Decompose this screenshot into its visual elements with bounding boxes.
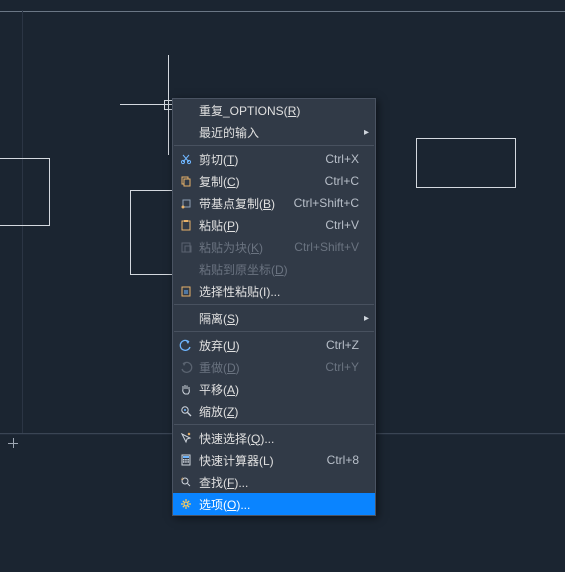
menu-copy-with-base[interactable]: 带基点复制(B) Ctrl+Shift+C [173,192,375,214]
menu-paste-original-coords: 粘贴到原坐标(D) [173,258,375,280]
scissors-icon [173,152,199,166]
drawing-rect [0,158,50,226]
context-menu: 重复_OPTIONS(R) 最近的输入 ▸ 剪切(T) Ctrl+X 复制(C)… [172,98,376,516]
gear-icon [173,497,199,511]
menu-redo: 重做(D) Ctrl+Y [173,356,375,378]
menu-paste-as-block: 粘贴为块(K) Ctrl+Shift+V [173,236,375,258]
quick-select-icon [173,431,199,445]
submenu-arrow-icon: ▸ [359,127,369,138]
pan-icon [173,382,199,396]
undo-icon [173,338,199,352]
menu-zoom[interactable]: 缩放(Z) [173,400,375,422]
drawing-rect [416,138,516,188]
redo-icon [173,360,199,374]
menu-isolate[interactable]: 隔离(S) ▸ [173,307,375,329]
svg-text:A: A [181,476,184,481]
menu-repeat[interactable]: 重复_OPTIONS(R) [173,99,375,121]
shortcut: Ctrl+Y [317,360,359,374]
shortcut: Ctrl+Z [318,338,359,352]
shortcut: Ctrl+Shift+C [286,196,359,210]
shortcut: Ctrl+8 [319,453,359,467]
menu-cut[interactable]: 剪切(T) Ctrl+X [173,148,375,170]
shortcut: Ctrl+X [317,152,359,166]
submenu-arrow-icon: ▸ [359,313,369,324]
menu-quick-select[interactable]: 快速选择(Q)... [173,427,375,449]
menu-separator [174,331,374,332]
menu-paste[interactable]: 粘贴(P) Ctrl+V [173,214,375,236]
menu-separator [174,304,374,305]
menu-separator [174,424,374,425]
copy-icon [173,174,199,188]
menu-separator [174,145,374,146]
shortcut: Ctrl+Shift+V [286,240,359,254]
menu-find[interactable]: A 查找(F)... [173,471,375,493]
menu-recent-input[interactable]: 最近的输入 ▸ [173,121,375,143]
zoom-icon [173,404,199,418]
ucs-marker [8,438,18,448]
paste-icon [173,218,199,232]
paste-block-icon [173,240,199,254]
menu-undo[interactable]: 放弃(U) Ctrl+Z [173,334,375,356]
calculator-icon [173,453,199,467]
copy-base-icon [173,196,199,210]
shortcut: Ctrl+V [317,218,359,232]
menu-pan[interactable]: 平移(A) [173,378,375,400]
menu-copy[interactable]: 复制(C) Ctrl+C [173,170,375,192]
find-icon: A [173,475,199,489]
shortcut: Ctrl+C [317,174,359,188]
paste-special-icon [173,284,199,298]
menu-paste-special[interactable]: 选择性粘贴(I)... [173,280,375,302]
menu-quick-calc[interactable]: 快速计算器(L) Ctrl+8 [173,449,375,471]
menu-options[interactable]: 选项(O)... [173,493,375,515]
